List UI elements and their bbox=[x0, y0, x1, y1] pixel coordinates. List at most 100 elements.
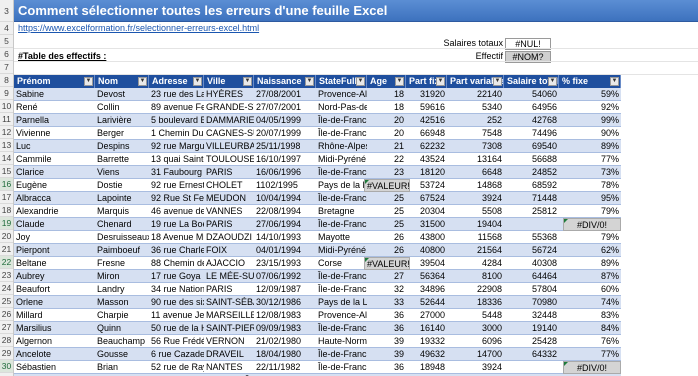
table-cell[interactable]: 3924 bbox=[447, 361, 504, 374]
table-cell[interactable]: Île-de-Franc bbox=[316, 270, 367, 283]
table-cell[interactable]: SAINT-SÉBAS bbox=[204, 296, 254, 309]
table-row[interactable]: Luc Despins 92 rue MarguVILLEURBAN25/11/19… bbox=[14, 140, 621, 153]
table-cell[interactable]: MEUDON bbox=[204, 192, 254, 205]
table-cell[interactable]: 27000 bbox=[406, 309, 447, 322]
row-number[interactable]: 6 bbox=[0, 48, 13, 61]
table-cell[interactable]: 42768 bbox=[504, 114, 559, 127]
table-cell[interactable]: Parnella bbox=[14, 114, 95, 127]
table-cell[interactable]: 83% bbox=[559, 309, 621, 322]
table-cell[interactable]: 18/04/1980 bbox=[254, 348, 316, 361]
table-row[interactable]: Beaufort Landry 34 rue Nation PARIS 12/09/19… bbox=[14, 283, 621, 296]
table-cell[interactable]: 11568 bbox=[447, 231, 504, 244]
table-row[interactable]: Orlene Masson 90 rue des sixSAINT-SÉBAS30/… bbox=[14, 296, 621, 309]
table-cell[interactable]: 13164 bbox=[447, 153, 504, 166]
table-cell[interactable]: 14700 bbox=[447, 348, 504, 361]
table-cell[interactable]: CHOLET bbox=[204, 179, 254, 192]
table-cell[interactable]: 39504 bbox=[406, 257, 447, 270]
table-cell[interactable]: TOULOUSE bbox=[204, 153, 254, 166]
table-cell[interactable]: 56 Rue Frédér bbox=[149, 335, 204, 348]
table-cell[interactable]: Pays de la Lo bbox=[316, 296, 367, 309]
table-cell[interactable]: 19404 bbox=[447, 218, 504, 231]
table-cell[interactable]: Île-de-Franc bbox=[316, 192, 367, 205]
table-cell[interactable]: 10/04/1994 bbox=[254, 192, 316, 205]
table-cell[interactable]: Mayotte bbox=[316, 231, 367, 244]
table-cell[interactable]: 7548 bbox=[447, 127, 504, 140]
row-number[interactable]: 9 bbox=[0, 87, 13, 100]
table-cell[interactable]: Claude bbox=[14, 218, 95, 231]
table-cell[interactable]: 56688 bbox=[504, 153, 559, 166]
table-cell[interactable]: VILLEURBAN bbox=[204, 140, 254, 153]
row-number[interactable]: 12 bbox=[0, 126, 13, 139]
table-cell[interactable]: 43524 bbox=[406, 153, 447, 166]
table-row[interactable]: Beltane Fresne 88 Chemin de AJACCIO 23/15/19… bbox=[14, 257, 621, 270]
table-cell[interactable]: Île-de-Franc bbox=[316, 127, 367, 140]
table-cell[interactable]: Clarice bbox=[14, 166, 95, 179]
row-number[interactable]: 13 bbox=[0, 139, 13, 152]
table-cell[interactable]: 5340 bbox=[447, 101, 504, 114]
table-cell[interactable]: 92 rue Ernest bbox=[149, 179, 204, 192]
table-cell[interactable]: 78% bbox=[559, 179, 621, 192]
table-cell[interactable]: 42516 bbox=[406, 114, 447, 127]
table-cell[interactable]: 30/12/1986 bbox=[254, 296, 316, 309]
table-cell[interactable]: 6 rue Cazade bbox=[149, 348, 204, 361]
table-cell[interactable]: 11 avenue Jea bbox=[149, 309, 204, 322]
table-cell[interactable]: 50 rue de la H bbox=[149, 322, 204, 335]
column-header[interactable]: Part variable ▼ bbox=[447, 75, 504, 88]
table-cell[interactable]: 12/08/1983 bbox=[254, 309, 316, 322]
row-number[interactable]: 14 bbox=[0, 152, 13, 165]
table-cell[interactable]: 21 bbox=[367, 140, 406, 153]
table-cell[interactable]: Orlene bbox=[14, 296, 95, 309]
table-cell[interactable]: CAGNES-SUR bbox=[204, 127, 254, 140]
table-cell[interactable]: 76% bbox=[559, 335, 621, 348]
table-row[interactable]: Joy Desruisseaux 18 Avenue Mi DZAOUDZI 14/10… bbox=[14, 231, 621, 244]
table-cell[interactable]: 70980 bbox=[504, 296, 559, 309]
table-cell[interactable]: 4284 bbox=[447, 257, 504, 270]
table-row[interactable]: Ancelote Gousse 6 rue Cazade DRAVEIL 18/04/1… bbox=[14, 348, 621, 361]
table-cell[interactable]: 16140 bbox=[406, 322, 447, 335]
table-cell[interactable]: 20 bbox=[367, 127, 406, 140]
table-cell[interactable]: Eugène bbox=[14, 179, 95, 192]
filter-dropdown-icon[interactable]: ▼ bbox=[84, 77, 93, 86]
table-cell[interactable]: Lapointe bbox=[95, 192, 149, 205]
table-cell[interactable]: 16/06/1996 bbox=[254, 166, 316, 179]
table-cell[interactable]: 25428 bbox=[504, 335, 559, 348]
table-cell[interactable]: 19332 bbox=[406, 335, 447, 348]
table-cell[interactable]: 16/10/1997 bbox=[254, 153, 316, 166]
row-number[interactable]: 7 bbox=[0, 61, 13, 74]
table-cell[interactable]: 32448 bbox=[504, 309, 559, 322]
table-cell[interactable]: 34896 bbox=[406, 283, 447, 296]
column-header[interactable]: Part fixe ▼ bbox=[406, 75, 447, 88]
column-header[interactable]: StateFull ▼ bbox=[316, 75, 367, 88]
table-cell[interactable]: Sabine bbox=[14, 88, 95, 101]
table-cell[interactable]: Île-de-Franc bbox=[316, 322, 367, 335]
row-number[interactable]: 5 bbox=[0, 35, 13, 48]
table-cell[interactable]: PARIS bbox=[204, 166, 254, 179]
table-cell[interactable]: SAINT-PIERR bbox=[204, 322, 254, 335]
table-cell[interactable]: 17 rue Goya bbox=[149, 270, 204, 283]
table-cell[interactable]: Rhône-Alpes bbox=[316, 140, 367, 153]
table-row[interactable]: Sabine Devost 23 rue des LacHYÈRES 27/08/20… bbox=[14, 88, 621, 101]
table-cell[interactable]: 14868 bbox=[447, 179, 504, 192]
table-cell[interactable]: 40800 bbox=[406, 244, 447, 257]
table-cell[interactable]: 22/08/1994 bbox=[254, 205, 316, 218]
table-cell[interactable]: 6648 bbox=[447, 166, 504, 179]
table-cell[interactable]: 99% bbox=[559, 114, 621, 127]
table-cell[interactable]: 31 Faubourg S bbox=[149, 166, 204, 179]
table-cell[interactable]: 26 bbox=[367, 244, 406, 257]
table-cell[interactable]: 95% bbox=[559, 192, 621, 205]
error-cell[interactable]: #VALEUR! bbox=[364, 257, 410, 270]
table-row[interactable]: Parnella Larivière 5 boulevard BDAMMARIE-L… bbox=[14, 114, 621, 127]
row-number[interactable]: 20 bbox=[0, 230, 13, 243]
table-cell[interactable]: 79% bbox=[559, 205, 621, 218]
table-cell[interactable]: Landry bbox=[95, 283, 149, 296]
table-cell[interactable]: Beltane bbox=[14, 257, 95, 270]
table-cell[interactable]: 64332 bbox=[504, 348, 559, 361]
column-header[interactable]: Nom ▼ bbox=[95, 75, 149, 88]
table-cell[interactable]: Pierpont bbox=[14, 244, 95, 257]
table-row[interactable]: Algernon Beauchamp 56 Rue Frédér VERNON 21/0… bbox=[14, 335, 621, 348]
row-number[interactable]: 21 bbox=[0, 243, 13, 256]
table-cell[interactable]: 34 rue Nation bbox=[149, 283, 204, 296]
table-row[interactable]: Claude Chenard 19 rue La Boé PARIS 27/06/199… bbox=[14, 218, 621, 231]
row-number[interactable]: 10 bbox=[0, 100, 13, 113]
table-cell[interactable]: 36 rue Charle bbox=[149, 244, 204, 257]
